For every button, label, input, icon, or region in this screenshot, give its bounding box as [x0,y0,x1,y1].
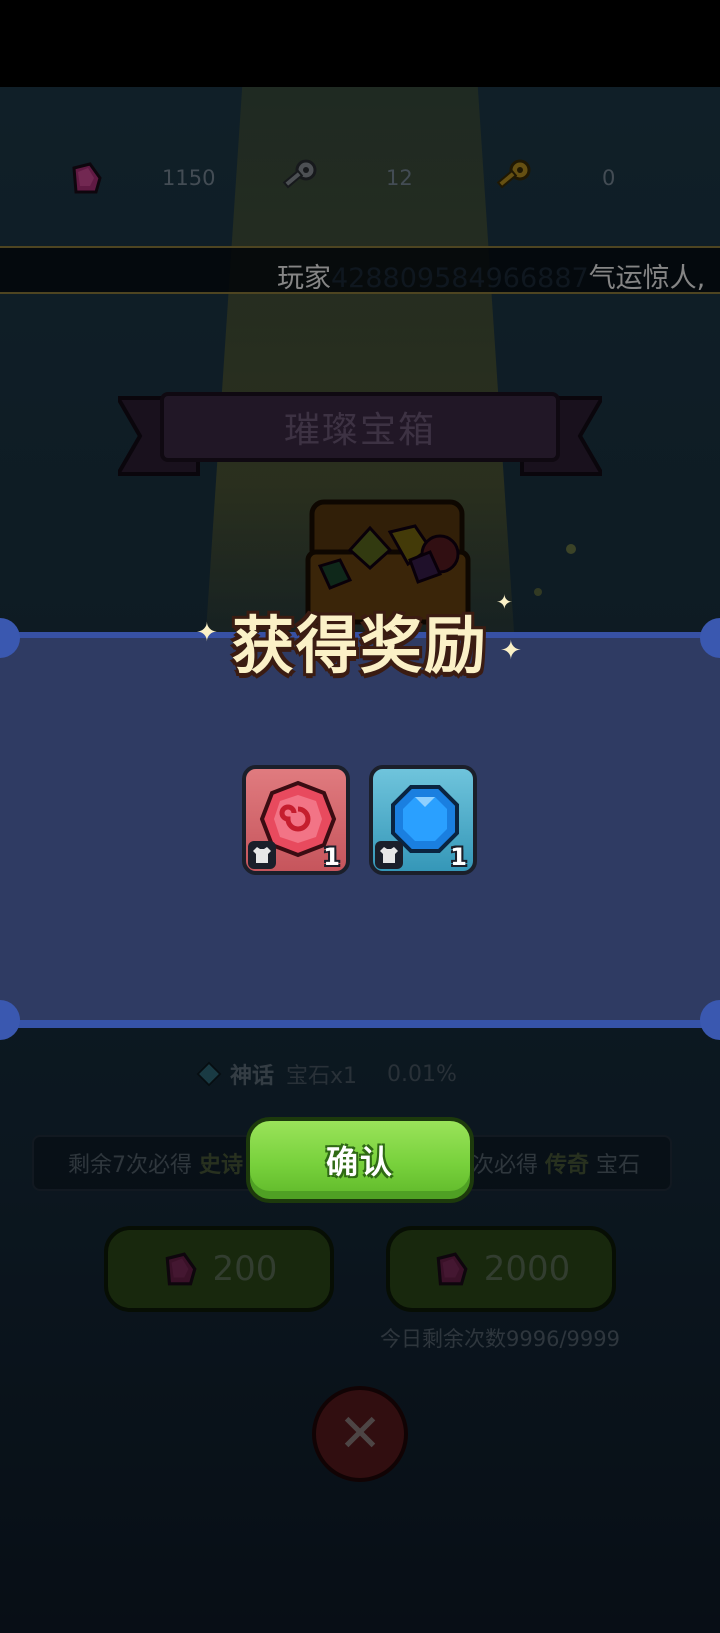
reward-item-count: 1 [323,843,340,871]
equipment-badge-icon [375,841,403,869]
reward-panel [0,618,720,1040]
reward-item-count: 1 [450,843,467,871]
reward-item-red-gem[interactable]: 1 [242,765,350,875]
sparkle-icon: ✦ [500,636,522,666]
confirm-label: 确认 [325,1143,394,1181]
status-bar [0,0,720,87]
game-screen: 1150 12 0 玩家428809584966887气运惊人, 璀璨宝箱 神话… [0,0,720,1633]
reward-title: 获得奖励 [231,609,488,682]
equipment-badge-icon [248,841,276,869]
confirm-button[interactable]: 确认 [246,1117,474,1203]
reward-item-blue-gem[interactable]: 1 [369,765,477,875]
sparkle-icon: ✦ [496,590,513,614]
sparkle-icon: ✦ [196,618,218,648]
